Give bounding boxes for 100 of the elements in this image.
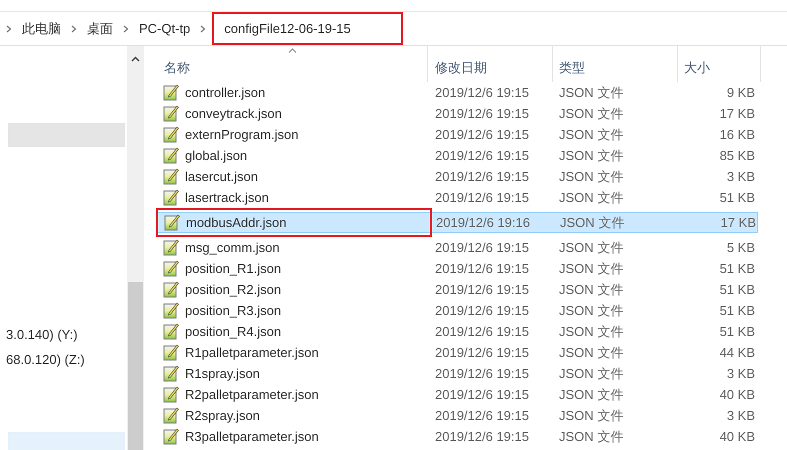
type-cell-text: JSON 文件 [558,260,624,278]
text-file-icon [163,260,179,277]
size-cell-text: 3 KB [726,364,755,383]
date-cell-text: 2019/12/6 19:15 [434,104,530,123]
type-cell-text: JSON 文件 [558,406,624,425]
size-cell-text: 44 KB [718,344,755,362]
file-name: lasertrack.json [185,188,269,207]
file-row[interactable]: R1spray.json 2019/12/6 19:15 JSON 文件 3 KB [156,363,758,384]
file-row[interactable]: R3palletparameter.json 2019/12/6 19:15 JSON 文件 40 KB [156,426,758,447]
file-row[interactable]: position_R2.json 2019/12/6 19:15 JSON 文件 51 KB [156,279,758,300]
text-file-icon [163,189,179,206]
file-row[interactable]: msg_comm.json 2019/12/6 19:15 JSON 文件 5 KB [156,237,758,258]
date-cell-text: 2019/12/6 19:15 [434,280,530,299]
date-cell-text: 2019/12/6 19:15 [434,146,530,165]
file-row[interactable]: position_R3.json 2019/12/6 19:15 JSON 文件 51 KB [156,300,758,321]
file-name: R2palletparameter.json [185,386,319,404]
size-cell-text: 5 KB [726,238,755,257]
text-file-icon [163,323,179,340]
breadcrumb-item[interactable]: 此电脑 [22,18,61,38]
size-cell-text: 85 KB [718,146,755,165]
chevron-right-icon [200,24,206,32]
date-cell-text: 2019/12/6 19:15 [434,238,530,257]
type-cell-text: JSON 文件 [559,214,626,232]
drive-item[interactable]: 68.0.120) (Z:) [6,350,125,369]
type-cell-text: JSON 文件 [558,428,624,446]
size-cell-text: 51 KB [718,280,755,299]
file-row[interactable]: lasertrack.json 2019/12/6 19:15 JSON 文件 51 KB [156,187,758,208]
file-name: msg_comm.json [185,238,280,257]
text-file-icon [163,239,179,256]
file-name: position_R1.json [185,260,282,278]
breadcrumb-item[interactable]: 桌面 [87,18,113,38]
text-file-icon [163,84,179,101]
text-file-icon [163,168,179,185]
file-row[interactable]: externProgram.json 2019/12/6 19:15 JSON 文件 16 KB [156,124,758,145]
scroll-up-icon[interactable] [131,56,140,62]
text-file-icon [163,428,179,445]
file-row[interactable]: modbusAddr.json 2019/12/6 19:16 JSON 文件 17 KB [156,212,758,233]
date-cell-text: 2019/12/6 19:15 [434,364,530,383]
file-name: conveytrack.json [185,104,282,123]
size-cell-text: 17 KB [718,104,755,123]
date-cell-text: 2019/12/6 19:15 [434,344,530,362]
file-name: R2spray.json [185,406,260,425]
sort-ascending-icon [288,48,297,53]
date-cell-text: 2019/12/6 19:15 [434,168,530,186]
type-cell-text: JSON 文件 [558,146,624,165]
file-name: externProgram.json [185,126,298,144]
type-cell-text: JSON 文件 [558,344,624,362]
chevron-right-icon [71,24,77,32]
date-cell-text: 2019/12/6 19:15 [434,84,530,102]
file-row[interactable]: conveytrack.json 2019/12/6 19:15 JSON 文件 17 KB [156,103,758,124]
type-cell-text: JSON 文件 [558,364,624,383]
breadcrumb-item[interactable]: configFile12-06-19-15 [212,12,403,46]
type-cell-text: JSON 文件 [558,280,624,299]
size-cell-text: 40 KB [718,386,755,404]
date-cell-text: 2019/12/6 19:15 [434,260,530,278]
text-file-icon [163,386,179,403]
column-header[interactable]: 类型 [553,46,678,82]
column-header[interactable]: 名称 [158,46,428,82]
type-cell-text: JSON 文件 [558,386,624,404]
file-row[interactable]: R2palletparameter.json 2019/12/6 19:15 JSON 文件 40 KB [156,384,758,405]
size-cell-text: 3 KB [726,168,755,186]
type-cell-text: JSON 文件 [558,188,624,207]
file-row[interactable]: global.json 2019/12/6 19:15 JSON 文件 85 KB [156,145,758,166]
file-name: R3palletparameter.json [185,428,319,446]
column-header[interactable]: 大小 [678,46,761,82]
file-name: R1palletparameter.json [185,344,319,362]
type-cell-text: JSON 文件 [558,104,624,123]
file-row[interactable]: R2spray.json 2019/12/6 19:15 JSON 文件 3 KB [156,405,758,426]
column-header[interactable]: 修改日期 [428,46,553,82]
file-row[interactable]: controller.json 2019/12/6 19:15 JSON 文件 9 KB [156,82,758,103]
size-cell-text: 17 KB [720,214,756,232]
size-cell-text: 9 KB [726,84,755,102]
text-file-icon [163,105,179,122]
breadcrumb-item[interactable]: PC-Qt-tp [139,18,190,38]
date-cell-text: 2019/12/6 19:15 [434,126,530,144]
text-file-icon [163,126,179,143]
size-cell-text: 3 KB [726,406,755,425]
size-cell-text: 51 KB [718,302,755,320]
file-row[interactable]: R1palletparameter.json 2019/12/6 19:15 JSON 文件 44 KB [156,342,758,363]
date-cell-text: 2019/12/6 19:15 [434,406,530,425]
drive-item[interactable]: 3.0.140) (Y:) [6,325,125,344]
file-name: position_R4.json [185,322,282,341]
text-file-icon [163,281,179,298]
file-name: controller.json [185,84,266,102]
scrollbar-thumb[interactable] [128,282,143,450]
file-row[interactable]: position_R4.json 2019/12/6 19:15 JSON 文件 51 KB [156,321,758,342]
type-cell-text: JSON 文件 [558,322,624,341]
file-name: position_R2.json [185,280,282,299]
file-row[interactable]: lasercut.json 2019/12/6 19:15 JSON 文件 3 KB [156,166,758,187]
file-row[interactable]: position_R1.json 2019/12/6 19:15 JSON 文件 51 KB [156,258,758,279]
date-cell-text: 2019/12/6 19:16 [435,214,531,232]
date-cell-text: 2019/12/6 19:15 [434,188,530,207]
text-file-icon [163,365,179,382]
file-name: modbusAddr.json [186,214,286,232]
file-name: lasercut.json [185,168,258,186]
size-cell-text: 40 KB [718,428,755,446]
date-cell-text: 2019/12/6 19:15 [434,386,530,404]
file-name: position_R3.json [185,302,282,320]
scrollbar-track[interactable] [127,46,144,450]
chevron-right-icon [6,24,12,32]
